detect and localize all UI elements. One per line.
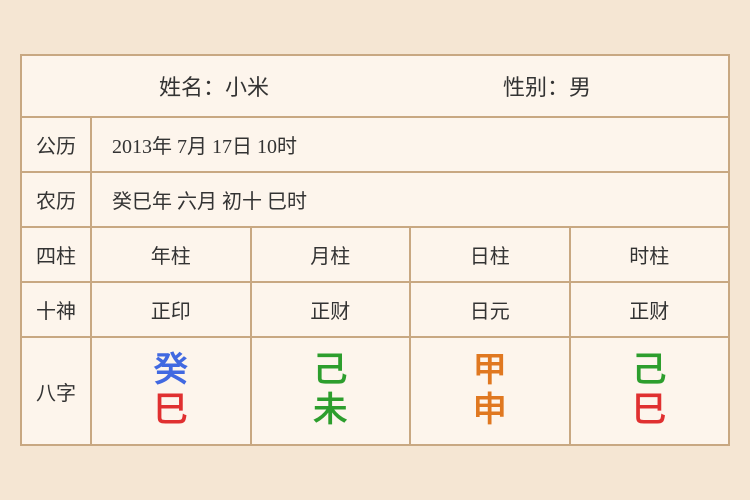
day-pillar-header: 日柱	[411, 228, 571, 281]
day-god: 日元	[411, 283, 571, 336]
year-god: 正印	[92, 283, 252, 336]
gender-label: 性别：男	[503, 70, 591, 102]
solar-row: 公历 2013年 7月 17日 10时	[22, 118, 728, 173]
lunar-value: 癸巳年 六月 初十 巳时	[92, 173, 728, 226]
name-label: 姓名：小米	[159, 70, 269, 102]
solar-value: 2013年 7月 17日 10时	[92, 118, 728, 171]
hour-god: 正财	[571, 283, 729, 336]
bazi-row: 八字 癸 巳 己 未 甲 申 己 巳	[22, 338, 728, 444]
bazi-day: 甲 申	[411, 338, 571, 444]
bazi-hour: 己 巳	[571, 338, 729, 444]
ten-gods-row: 十神 正印 正财 日元 正财	[22, 283, 728, 338]
ten-gods-label: 十神	[22, 283, 92, 336]
month-pillar-header: 月柱	[252, 228, 412, 281]
header-row: 姓名：小米 性别：男	[22, 56, 728, 118]
bazi-hour-bottom: 巳	[632, 394, 666, 428]
bazi-month-top: 己	[313, 354, 347, 388]
lunar-row: 农历 癸巳年 六月 初十 巳时	[22, 173, 728, 228]
bazi-year-top: 癸	[154, 354, 188, 388]
hour-pillar-header: 时柱	[571, 228, 729, 281]
four-pillars-row: 四柱 年柱 月柱 日柱 时柱	[22, 228, 728, 283]
bazi-day-bottom: 申	[473, 394, 507, 428]
main-container: 姓名：小米 性别：男 公历 2013年 7月 17日 10时 农历 癸巳年 六月…	[20, 54, 730, 446]
four-pillars-label: 四柱	[22, 228, 92, 281]
bazi-label: 八字	[22, 338, 92, 444]
bazi-day-top: 甲	[473, 354, 507, 388]
lunar-label: 农历	[22, 173, 92, 226]
bazi-year: 癸 巳	[92, 338, 252, 444]
bazi-year-bottom: 巳	[154, 394, 188, 428]
solar-label: 公历	[22, 118, 92, 171]
month-god: 正财	[252, 283, 412, 336]
bazi-hour-top: 己	[632, 354, 666, 388]
bazi-month: 己 未	[252, 338, 412, 444]
bazi-month-bottom: 未	[313, 394, 347, 428]
year-pillar-header: 年柱	[92, 228, 252, 281]
